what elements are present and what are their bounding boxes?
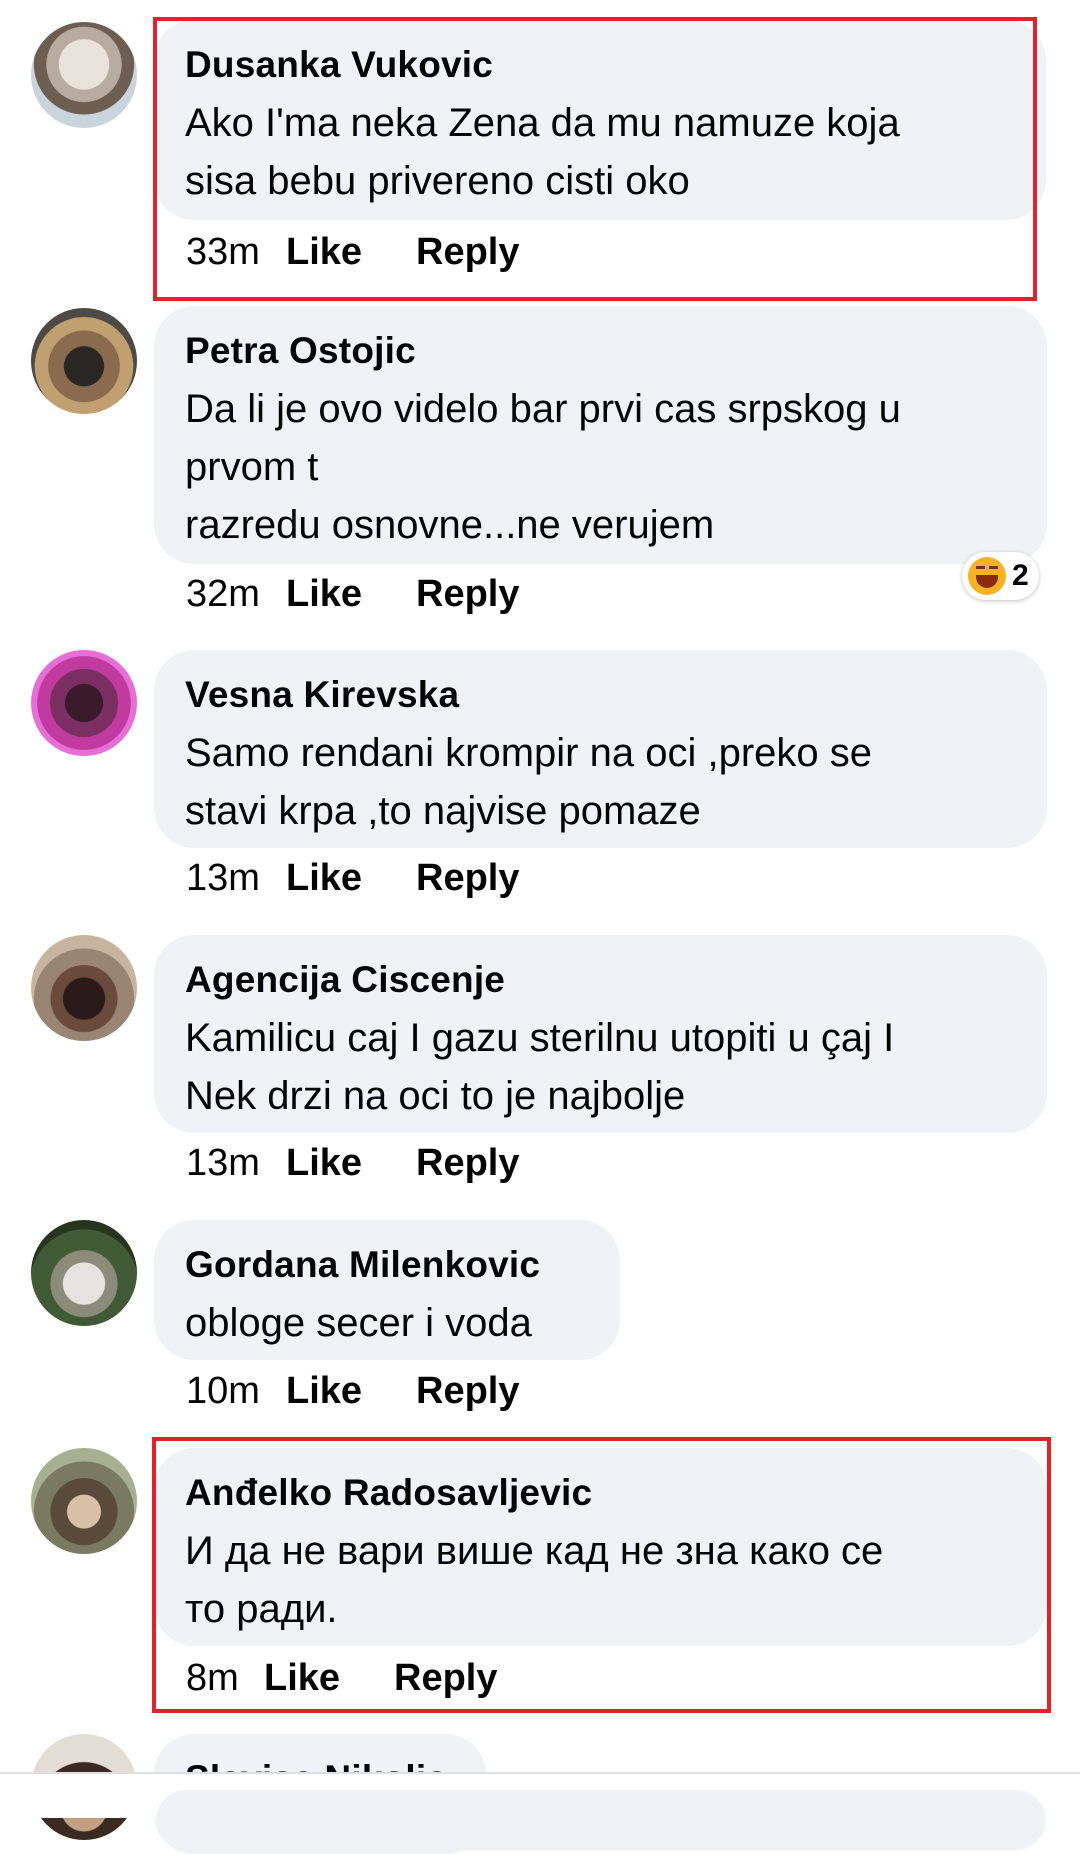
highlight-box — [153, 17, 1037, 301]
comment-bubble[interactable]: Gordana Milenkovic obloge secer i voda — [154, 1220, 620, 1360]
comment-actions: 13m Like Reply — [186, 1141, 519, 1185]
comment-bubble[interactable]: Vesna Kirevska Samo rendani krompir na o… — [154, 650, 1047, 848]
comment-text: Kamilicu caj I gazu sterilnu utopiti u ç… — [185, 1016, 895, 1118]
avatar[interactable] — [31, 308, 137, 414]
reply-button[interactable]: Reply — [416, 1141, 519, 1185]
comment-input[interactable] — [156, 1790, 1046, 1850]
commenter-name[interactable]: Gordana Milenkovic — [185, 1242, 592, 1288]
avatar[interactable] — [31, 1448, 137, 1554]
comment-bubble[interactable]: Petra Ostojic Da li je ovo videlo bar pr… — [154, 306, 1047, 564]
comment-bubble[interactable]: Agencija Ciscenje Kamilicu caj I gazu st… — [154, 935, 1047, 1133]
like-button[interactable]: Like — [286, 1141, 416, 1185]
avatar[interactable] — [31, 22, 137, 128]
reply-button[interactable]: Reply — [416, 856, 519, 900]
reaction-count: 2 — [1012, 559, 1029, 592]
avatar[interactable] — [31, 650, 137, 756]
like-button[interactable]: Like — [286, 1369, 416, 1413]
reaction-badge[interactable]: 2 — [962, 552, 1039, 600]
comment-actions: 13m Like Reply — [186, 856, 519, 900]
comment-text: obloge secer i voda — [185, 1301, 532, 1345]
reply-button[interactable]: Reply — [416, 1369, 519, 1413]
comment-time[interactable]: 13m — [186, 856, 286, 900]
comment-time[interactable]: 32m — [186, 572, 286, 616]
reply-button[interactable]: Reply — [416, 572, 519, 616]
commenter-name[interactable]: Agencija Ciscenje — [185, 957, 1019, 1003]
like-button[interactable]: Like — [286, 856, 416, 900]
highlight-box — [152, 1437, 1051, 1713]
commenter-name[interactable]: Petra Ostojic — [185, 328, 1019, 374]
comment-actions: 32m Like Reply — [186, 572, 519, 616]
avatar[interactable] — [31, 935, 137, 1041]
comment-time[interactable]: 10m — [186, 1369, 286, 1413]
comment-actions: 10m Like Reply — [186, 1369, 519, 1413]
avatar[interactable] — [31, 1220, 137, 1326]
laughing-emoji-icon — [968, 557, 1006, 595]
commenter-name[interactable]: Vesna Kirevska — [185, 672, 1019, 718]
comment-time[interactable]: 13m — [186, 1141, 286, 1185]
comment-text: Da li je ovo videlo bar prvi cas srpskog… — [185, 387, 901, 547]
comment-text: Samo rendani krompir na oci ,preko se st… — [185, 731, 872, 833]
like-button[interactable]: Like — [286, 572, 416, 616]
